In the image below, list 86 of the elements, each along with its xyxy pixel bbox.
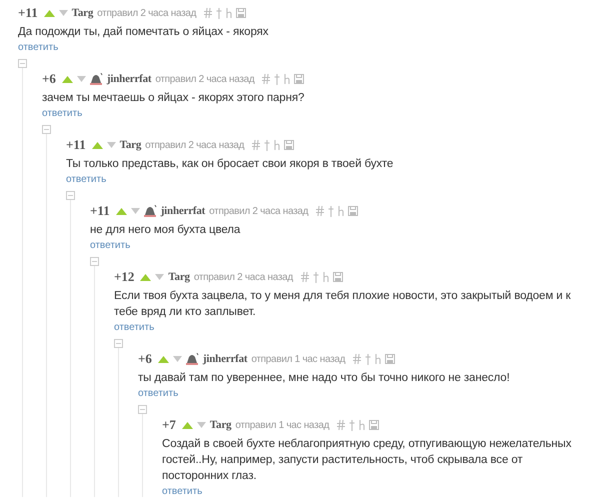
reply-link[interactable]: ответить: [18, 42, 58, 53]
rating: +11: [90, 203, 110, 219]
reply-link[interactable]: ответить: [42, 108, 82, 119]
upvote-icon[interactable]: [158, 356, 169, 362]
comment-text: зачем ты мечтаешь о яйцах - якорях этого парня?: [42, 91, 306, 106]
dagger-icon[interactable]: [365, 354, 372, 364]
downvote-icon[interactable]: [172, 356, 182, 362]
downvote-icon[interactable]: [130, 208, 140, 214]
save-icon[interactable]: [369, 420, 380, 430]
dagger-icon[interactable]: [216, 8, 222, 18]
post-time: отправил 2 часа назад: [155, 74, 254, 84]
comment-text: Да подожди ты, дай помечтать о яйцах - якорях: [18, 25, 270, 40]
post-time: отправил 2 часа назад: [145, 140, 244, 150]
branch-icon[interactable]: [284, 74, 290, 84]
save-icon[interactable]: [385, 354, 396, 364]
dagger-icon[interactable]: [274, 74, 280, 84]
comment-text: Если твоя бухта зацвела, то у меня для тебя плохие новости, это закрытый водоем и к тебе вряд ли кто заплывет.: [114, 289, 572, 320]
dagger-icon[interactable]: [349, 420, 356, 430]
upvote-icon[interactable]: [62, 76, 73, 82]
post-time: отправил 2 часа назад: [97, 8, 196, 18]
reply-link[interactable]: ответить: [90, 240, 130, 251]
reply-link[interactable]: ответить: [66, 174, 106, 185]
collapse-icon[interactable]: [18, 59, 27, 68]
post-time: отправил 1 час назад: [235, 420, 330, 430]
hash-icon[interactable]: [300, 272, 309, 282]
branch-icon[interactable]: [359, 420, 366, 430]
comment-text: ты давай там по увереннее, мне надо что бы точно никого не занесло!: [138, 371, 511, 386]
rating: +6: [138, 351, 152, 367]
branch-icon[interactable]: [274, 140, 280, 150]
collapse-icon[interactable]: [42, 125, 51, 134]
upvote-icon[interactable]: [44, 10, 55, 16]
username[interactable]: Targ: [210, 419, 232, 431]
comment-text: Создай в своей бухте неблагоприятную среду, отпугивающую нежелательных гостей..Ну, например, запусти растительность, чтоб скрывала все от посторонних глаз.: [162, 437, 572, 484]
collapse-icon[interactable]: [90, 257, 99, 266]
dagger-icon[interactable]: [264, 140, 270, 150]
branch-icon[interactable]: [226, 8, 232, 18]
username[interactable]: Targ: [120, 139, 142, 151]
branch-icon[interactable]: [375, 354, 382, 364]
downvote-icon[interactable]: [58, 10, 68, 16]
rating: +11: [66, 137, 86, 153]
upvote-icon[interactable]: [140, 274, 152, 280]
downvote-icon[interactable]: [106, 142, 116, 148]
username[interactable]: jinherrfat: [202, 353, 248, 365]
rating: +6: [42, 71, 56, 87]
hash-icon[interactable]: [316, 206, 324, 216]
username[interactable]: Targ: [72, 7, 94, 19]
save-icon[interactable]: [348, 206, 358, 216]
avatar-icon: [90, 73, 103, 85]
upvote-icon[interactable]: [182, 422, 193, 428]
comment-text: Ты только представь, как он бросает свои якоря в твоей бухте: [66, 157, 394, 172]
reply-link[interactable]: ответить: [114, 322, 154, 333]
reply-link[interactable]: ответить: [162, 486, 202, 497]
save-icon[interactable]: [294, 74, 304, 84]
rating: +11: [18, 5, 38, 21]
username[interactable]: jinherrfat: [106, 73, 152, 85]
hash-icon[interactable]: [204, 8, 212, 18]
save-icon[interactable]: [332, 272, 343, 282]
save-icon[interactable]: [236, 8, 246, 18]
upvote-icon[interactable]: [92, 142, 103, 148]
hash-icon[interactable]: [337, 420, 346, 430]
username[interactable]: jinherrfat: [160, 205, 206, 217]
collapse-icon[interactable]: [114, 339, 123, 348]
username[interactable]: Targ: [168, 271, 190, 283]
dagger-icon[interactable]: [328, 206, 334, 216]
downvote-icon[interactable]: [76, 76, 86, 82]
hash-icon[interactable]: [262, 74, 270, 84]
post-time: отправил 1 час назад: [251, 354, 346, 364]
collapse-icon[interactable]: [66, 191, 75, 200]
rating: +7: [162, 417, 176, 433]
branch-icon[interactable]: [338, 206, 344, 216]
downvote-icon[interactable]: [155, 274, 164, 280]
post-time: отправил 2 часа назад: [209, 206, 308, 216]
hash-icon[interactable]: [353, 354, 362, 364]
avatar-icon: [186, 353, 199, 365]
reply-link[interactable]: ответить: [138, 388, 178, 399]
hash-icon[interactable]: [252, 140, 260, 150]
dagger-icon[interactable]: [312, 272, 319, 282]
save-icon[interactable]: [284, 140, 294, 150]
branch-icon[interactable]: [322, 272, 329, 282]
collapse-icon[interactable]: [138, 405, 147, 414]
downvote-icon[interactable]: [196, 422, 206, 428]
avatar-icon: [144, 205, 157, 217]
comment-text: не для него моя бухта цвела: [90, 223, 242, 238]
rating: +12: [114, 269, 134, 285]
upvote-icon[interactable]: [116, 208, 127, 214]
post-time: отправил 2 часа назад: [194, 272, 293, 282]
